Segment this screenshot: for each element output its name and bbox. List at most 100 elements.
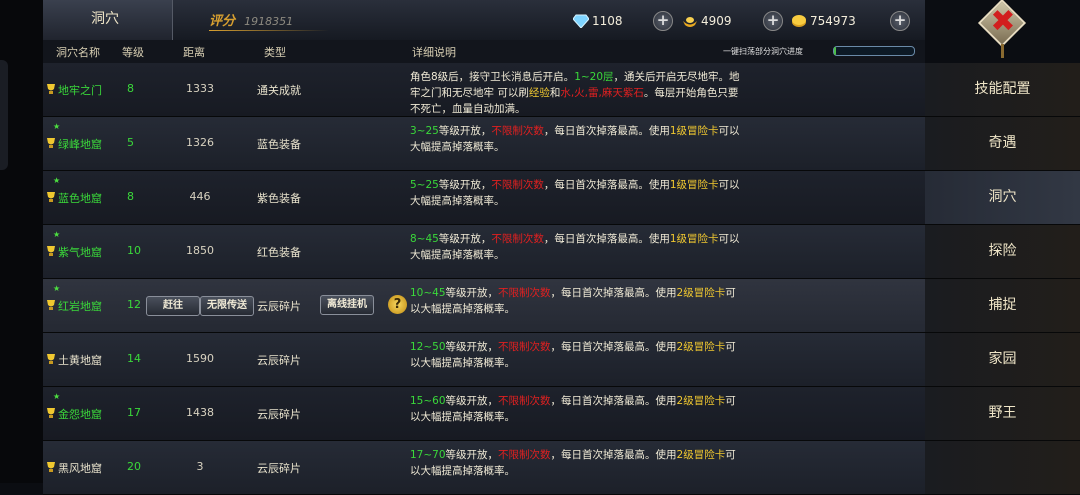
desc-segment: 等级开放， bbox=[445, 395, 499, 407]
score-display: 评分 1918351 bbox=[209, 10, 329, 32]
cave-name[interactable]: 红岩地窟 bbox=[58, 298, 102, 314]
medal-icon bbox=[47, 408, 55, 418]
cave-name[interactable]: 蓝色地窟 bbox=[58, 190, 102, 206]
cave-name[interactable]: 土黄地窟 bbox=[58, 352, 102, 368]
sidebar-item[interactable]: 洞穴 bbox=[925, 171, 1080, 225]
score-label: 评分 bbox=[209, 14, 236, 29]
gold-ingot-icon bbox=[683, 17, 697, 27]
medal-icon bbox=[47, 246, 55, 256]
cave-level: 17 bbox=[127, 406, 141, 419]
scan-progress-bar[interactable] bbox=[833, 46, 915, 56]
col-name: 洞穴名称 bbox=[56, 46, 100, 59]
cave-reward-type: 通关成就 bbox=[257, 84, 301, 97]
cave-reward-type: 紫色装备 bbox=[257, 192, 301, 205]
medal-icon bbox=[47, 354, 55, 364]
cave-description: 角色8级后，接守卫长消息后开启。1~20层，通关后开启无尽地牢。地牢之门和无尽地… bbox=[410, 69, 740, 117]
teleport-button[interactable]: 无限传送 bbox=[200, 296, 254, 316]
cave-description: 3~25等级开放，不限制次数，每日首次掉落最高。使用1级冒险卡可以大幅提高掉落概… bbox=[410, 123, 740, 155]
cave-level: 8 bbox=[127, 190, 134, 203]
col-distance: 距离 bbox=[183, 46, 205, 59]
sidebar-item[interactable]: 家园 bbox=[925, 333, 1080, 387]
sidebar-item[interactable]: 探险 bbox=[925, 225, 1080, 279]
add-ingot-button[interactable]: + bbox=[763, 11, 783, 31]
desc-segment: ，每日首次掉落最高。使用 bbox=[550, 449, 677, 461]
unlimited-text: 不限制次数 bbox=[498, 395, 551, 407]
medal-icon bbox=[47, 462, 55, 472]
unlimited-text: 不限制次数 bbox=[498, 449, 551, 461]
help-icon[interactable]: ? bbox=[388, 295, 407, 314]
score-underline bbox=[209, 30, 329, 31]
col-level: 等级 bbox=[122, 46, 144, 59]
star-icon: ★ bbox=[53, 230, 61, 239]
sidebar-item[interactable]: 奇遇 bbox=[925, 117, 1080, 171]
cave-list: 地牢之门 8 1333 通关成就 角色8级后，接守卫长消息后开启。1~20层，通关后开启… bbox=[43, 63, 925, 495]
adventure-card: 1级冒险卡 bbox=[669, 233, 719, 245]
cave-name[interactable]: 紫气地窟 bbox=[58, 244, 102, 260]
level-range: 15~60 bbox=[410, 395, 446, 407]
ingot-resource: 4909 bbox=[682, 11, 732, 31]
level-range: 10~45 bbox=[410, 287, 446, 299]
cave-description: 17~70等级开放，不限制次数，每日首次掉落最高。使用2级冒险卡可以大幅提高掉落… bbox=[410, 447, 740, 479]
adventure-card: 1级冒险卡 bbox=[669, 125, 719, 137]
level-range: 5~25 bbox=[410, 179, 439, 191]
cave-reward-type: 云辰碎片 bbox=[257, 462, 301, 475]
table-row[interactable]: ★ 紫气地窟 10 1850 红色装备 8~45等级开放，不限制次数，每日首次掉落最高。使… bbox=[43, 225, 925, 279]
sidebar: 技能配置 奇遇 洞穴 探险 捕捉 家园 野王 bbox=[925, 63, 1080, 495]
desc-segment: 和 bbox=[549, 87, 561, 99]
desc-segment: 等级开放， bbox=[445, 341, 499, 353]
desc-segment: ，每日首次掉落最高。使用 bbox=[550, 395, 677, 407]
afk-button[interactable]: 离线挂机 bbox=[320, 295, 374, 315]
desc-segment: 经验 bbox=[528, 87, 550, 99]
table-row[interactable]: ★ 金怨地窟 17 1438 云辰碎片 15~60等级开放，不限制次数，每日首次掉落最高。… bbox=[43, 387, 925, 441]
sidebar-item[interactable] bbox=[925, 441, 1080, 495]
coin-resource: 754973 bbox=[791, 11, 856, 31]
desc-segment: ，每日首次掉落最高。使用 bbox=[543, 179, 670, 191]
desc-segment: 天紫石 bbox=[612, 87, 644, 99]
goto-button[interactable]: 赶往 bbox=[146, 296, 200, 316]
medal-icon bbox=[47, 192, 55, 202]
adventure-card: 2级冒险卡 bbox=[676, 341, 726, 353]
table-row[interactable]: ★ 红岩地窟 12 赶往 无限传送 离线挂机? 云辰碎片 10~45等级开放，不限制次数，每日… bbox=[43, 279, 925, 333]
coin-count: 754973 bbox=[810, 14, 856, 28]
diamond-icon bbox=[573, 14, 589, 28]
table-row[interactable]: 地牢之门 8 1333 通关成就 角色8级后，接守卫长消息后开启。1~20层，通关后开启… bbox=[43, 63, 925, 117]
unlimited-text: 不限制次数 bbox=[498, 341, 551, 353]
cave-level: 8 bbox=[127, 82, 134, 95]
cave-name[interactable]: 绿峰地窟 bbox=[58, 136, 102, 152]
table-row[interactable]: ★ 绿峰地窟 5 1326 蓝色装备 3~25等级开放，不限制次数，每日首次掉落最高。使用… bbox=[43, 117, 925, 171]
desc-segment: 等级开放， bbox=[438, 125, 492, 137]
table-row[interactable]: 土黄地窟 14 1590 云辰碎片 12~50等级开放，不限制次数，每日首次掉落最高。使… bbox=[43, 333, 925, 387]
adventure-card: 2级冒险卡 bbox=[676, 395, 726, 407]
desc-segment: 角色8级后，接守卫长消息后开启。 bbox=[410, 71, 575, 83]
col-detail: 详细说明 bbox=[412, 46, 456, 59]
table-row[interactable]: 黑风地窟 20 3 云辰碎片 17~70等级开放，不限制次数，每日首次掉落最高。使用2级… bbox=[43, 441, 925, 495]
medal-icon bbox=[47, 138, 55, 148]
cave-reward-type: 蓝色装备 bbox=[257, 138, 301, 151]
star-icon: ★ bbox=[53, 122, 61, 131]
table-row[interactable]: ★ 蓝色地窟 8 446 紫色装备 5~25等级开放，不限制次数，每日首次掉落最高。使用1… bbox=[43, 171, 925, 225]
sidebar-item[interactable]: 技能配置 bbox=[925, 63, 1080, 117]
cave-level: 12 bbox=[127, 298, 141, 311]
col-type: 类型 bbox=[264, 46, 286, 59]
sidebar-item[interactable]: 捕捉 bbox=[925, 279, 1080, 333]
cave-name[interactable]: 地牢之门 bbox=[58, 82, 102, 98]
left-edge bbox=[0, 0, 43, 483]
cave-distance: 1590 bbox=[186, 352, 214, 365]
unlimited-text: 不限制次数 bbox=[491, 179, 544, 191]
close-icon[interactable]: ✖ bbox=[988, 7, 1018, 37]
diamond-resource: 1108 bbox=[573, 11, 623, 31]
cave-distance: 1850 bbox=[186, 244, 214, 257]
cave-reward-type: 云辰碎片 bbox=[257, 354, 301, 367]
cave-name[interactable]: 金怨地窟 bbox=[58, 406, 102, 422]
add-diamond-button[interactable]: + bbox=[653, 11, 673, 31]
add-coin-button[interactable]: + bbox=[890, 11, 910, 31]
cave-name[interactable]: 黑风地窟 bbox=[58, 460, 102, 476]
cave-level: 10 bbox=[127, 244, 141, 257]
page-title: 洞穴 bbox=[43, 0, 173, 40]
level-range: 3~25 bbox=[410, 125, 439, 137]
desc-segment: ，每日首次掉落最高。使用 bbox=[543, 233, 670, 245]
scan-label: 一键扫荡部分洞穴进度 bbox=[723, 47, 803, 56]
desc-segment: 等级开放， bbox=[445, 449, 499, 461]
star-icon: ★ bbox=[53, 176, 61, 185]
sidebar-item[interactable]: 野王 bbox=[925, 387, 1080, 441]
